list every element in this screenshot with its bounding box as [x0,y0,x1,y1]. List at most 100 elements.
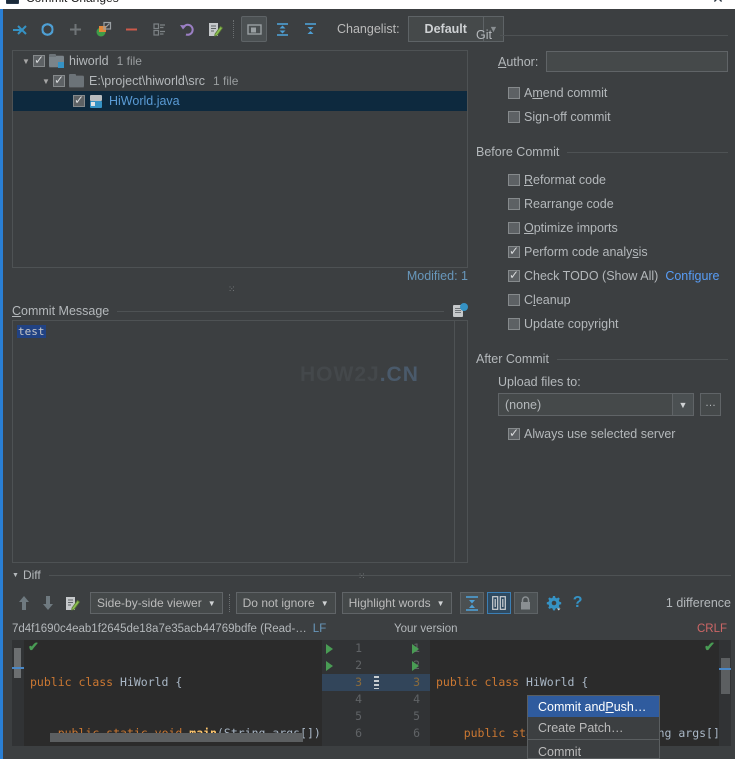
expand-all-icon[interactable] [269,16,295,42]
diff-left-hscrollbar[interactable] [50,733,303,742]
diff-change-bar [14,648,21,678]
edit-source-icon[interactable] [202,16,228,42]
split-view-icon[interactable] [486,592,511,614]
message-history-icon[interactable] [452,303,468,319]
left-line-number: 6 [355,726,362,740]
viewer-mode-combo[interactable]: Side-by-side viewer ▼ [90,592,223,614]
always-use-server-checkbox[interactable] [508,426,520,440]
add-changelist-icon[interactable] [62,16,88,42]
after-commit-section-title: After Commit [476,352,549,366]
move-to-changelist-icon[interactable] [90,16,116,42]
check-todo-label: Check TODO (Show All) [524,269,659,283]
toolbar-separator [228,594,230,612]
accept-left-icon[interactable] [326,644,333,654]
amend-commit-checkbox[interactable] [508,87,520,99]
show-diff-icon[interactable] [6,16,32,42]
before-commit-section-title: Before Commit [476,145,560,159]
rearrange-code-checkbox[interactable] [508,198,520,210]
edit-source-icon[interactable] [60,591,84,615]
twisty-expanded-icon[interactable]: ▼ [39,77,53,86]
right-line-number: 4 [413,692,420,706]
changelist-value: Default [424,22,467,36]
divider [499,34,728,36]
author-field[interactable] [546,51,728,72]
accept-left-icon[interactable] [326,661,333,671]
check-todo-row[interactable]: Check TODO (Show All) Configure [476,264,728,288]
author-row: Author: [476,51,728,72]
tree-row[interactable]: HiWorld.java [13,91,467,111]
commit-message-title: Commit Message [12,304,110,318]
amend-commit-label: Amend commit [524,86,608,100]
refresh-changes-icon[interactable] [34,16,60,42]
diff-left-pane[interactable]: ✔ public class HiWorld { public static v… [24,640,322,746]
highlight-mode-combo[interactable]: Highlight words ▼ [341,592,452,614]
group-by-directory-icon[interactable] [241,16,267,42]
diff-left-revision: 7d4f1690c4eab1f2645de18a7e35acb44769bdfe… [12,623,307,635]
collapse-unchanged-icon[interactable] [459,592,484,614]
cleanup-checkbox[interactable] [508,294,520,306]
tree-checkbox[interactable] [53,73,65,87]
commit-context-menu[interactable]: Commit and Push… Create Patch… Commit [527,695,660,759]
divider [556,358,728,360]
perform-code-analysis-checkbox[interactable] [508,244,520,258]
sign-off-commit-row[interactable]: Sign-off commit [476,105,728,129]
cleanup-row[interactable]: Cleanup [476,288,728,312]
delete-changelist-icon[interactable] [118,16,144,42]
amend-commit-row[interactable]: Amend commit [476,81,728,105]
ignore-mode-combo[interactable]: Do not ignore ▼ [235,592,336,614]
code-line: public class HiWorld { [30,675,183,689]
right-line-number: 5 [413,709,420,723]
diff-left-gutter[interactable] [12,640,24,746]
chevron-down-icon[interactable]: ▼ [672,394,693,415]
lock-icon[interactable] [513,592,538,614]
accept-right-icon[interactable] [412,644,419,654]
reformat-code-row[interactable]: Reformat code [476,168,728,192]
arrow-down-icon[interactable] [36,591,60,615]
accept-right-icon[interactable] [412,661,419,671]
splitter-grip[interactable]: ⁙ [358,571,367,582]
splitter-grip[interactable]: ⁙ [228,284,237,295]
sign-off-commit-checkbox[interactable] [508,111,520,123]
edit-changelist-icon[interactable] [146,16,172,42]
menu-item-commit[interactable]: Commit [528,741,659,759]
twisty-expanded-icon[interactable]: ▼ [19,57,33,66]
help-icon[interactable]: ? [566,591,590,615]
upload-server-browse-button[interactable]: … [700,393,721,416]
update-copyright-checkbox[interactable] [508,318,520,330]
configure-link[interactable]: Configure [665,269,719,283]
update-copyright-row[interactable]: Update copyright [476,312,728,336]
diff-left-line-separator[interactable]: LF [313,623,326,635]
tree-item-label: E:\project\hiworld\src [89,74,206,88]
tree-checkbox[interactable] [33,53,45,67]
rearrange-code-row[interactable]: Rearrange code [476,192,728,216]
close-icon[interactable]: ✕ [711,0,725,5]
line-number-row: 4 4 [322,691,430,708]
commit-changes-window: Commit Changes ✕ [0,0,735,759]
chevron-down-icon[interactable]: ▼ [12,572,19,579]
menu-item-create-patch[interactable]: Create Patch… [528,717,659,738]
rollback-icon[interactable] [174,16,200,42]
diff-connector-icon [374,676,379,689]
optimize-imports-checkbox[interactable] [508,222,520,234]
tree-row[interactable]: ▼ hiworld 1 file [13,51,467,71]
changed-files-tree[interactable]: ▼ hiworld 1 file ▼ E:\project\hiworld\sr… [12,50,468,268]
diff-right-line-separator[interactable]: CRLF [697,623,727,635]
commit-message-scrollbar[interactable] [454,321,467,562]
diff-right-scrollbar[interactable] [719,640,731,746]
tree-checkbox[interactable] [73,93,85,107]
perform-code-analysis-row[interactable]: Perform code analysis [476,240,728,264]
tree-row[interactable]: ▼ E:\project\hiworld\src 1 file [13,71,467,91]
reformat-code-checkbox[interactable] [508,174,520,186]
scrollbar-thumb[interactable] [721,658,730,694]
window-title: Commit Changes [26,0,119,5]
arrow-up-icon[interactable] [12,591,36,615]
gear-icon[interactable] [542,591,566,615]
left-line-number: 4 [355,692,362,706]
upload-server-combo[interactable]: (none) ▼ [498,393,694,416]
commit-message-input[interactable]: test [12,320,468,563]
check-todo-checkbox[interactable] [508,268,520,282]
always-use-server-row[interactable]: Always use selected server [476,422,728,446]
optimize-imports-row[interactable]: Optimize imports [476,216,728,240]
menu-item-commit-and-push[interactable]: Commit and Push… [528,696,659,717]
collapse-all-icon[interactable] [297,16,323,42]
